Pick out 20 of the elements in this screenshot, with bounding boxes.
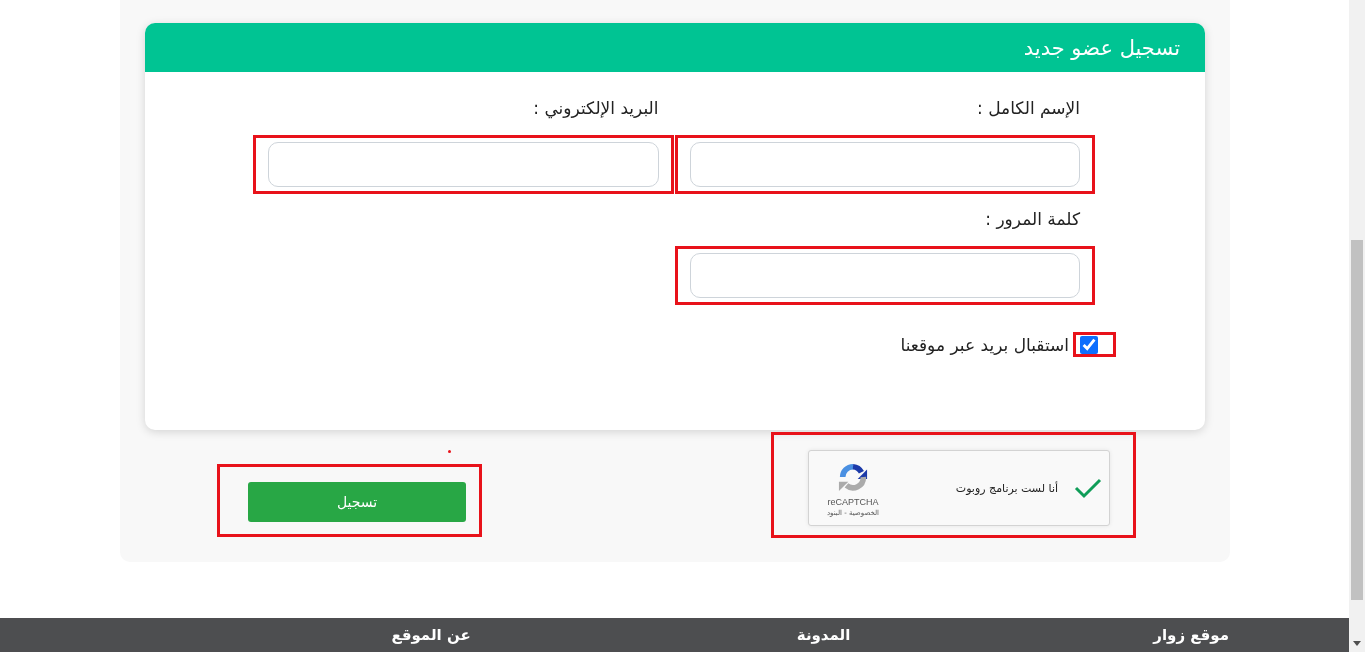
footer-heading: عن الموقع <box>391 625 471 646</box>
input-field[interactable] <box>268 142 659 187</box>
checkbox[interactable] <box>1080 335 1098 354</box>
form-title: تسجيل عضو جديد <box>1023 34 1180 62</box>
field-label: البريد الإلكتروني : <box>532 97 659 120</box>
input-field[interactable] <box>689 142 1080 187</box>
scrollbar[interactable] <box>1349 0 1365 652</box>
field-label: الإسم الكامل : <box>976 97 1080 120</box>
scrollbar-thumb[interactable] <box>1351 240 1363 600</box>
checkbox-label: استقبال بريد عبر موقعنا <box>900 333 1069 357</box>
captcha-label: أنا لست برنامج روبوت <box>955 481 1058 495</box>
scroll-down-arrow-icon[interactable] <box>1353 641 1361 646</box>
footer-heading: موقع زوار <box>1153 625 1229 646</box>
input-field[interactable] <box>689 253 1080 298</box>
field-label: كلمة المرور : <box>984 208 1080 231</box>
circular-arrows-icon <box>838 461 868 492</box>
captcha-brand: reCAPTCHA <box>827 495 879 508</box>
footer-heading: المدونة <box>796 625 851 646</box>
dot-icon <box>448 450 451 453</box>
check-icon[interactable] <box>1074 477 1102 499</box>
